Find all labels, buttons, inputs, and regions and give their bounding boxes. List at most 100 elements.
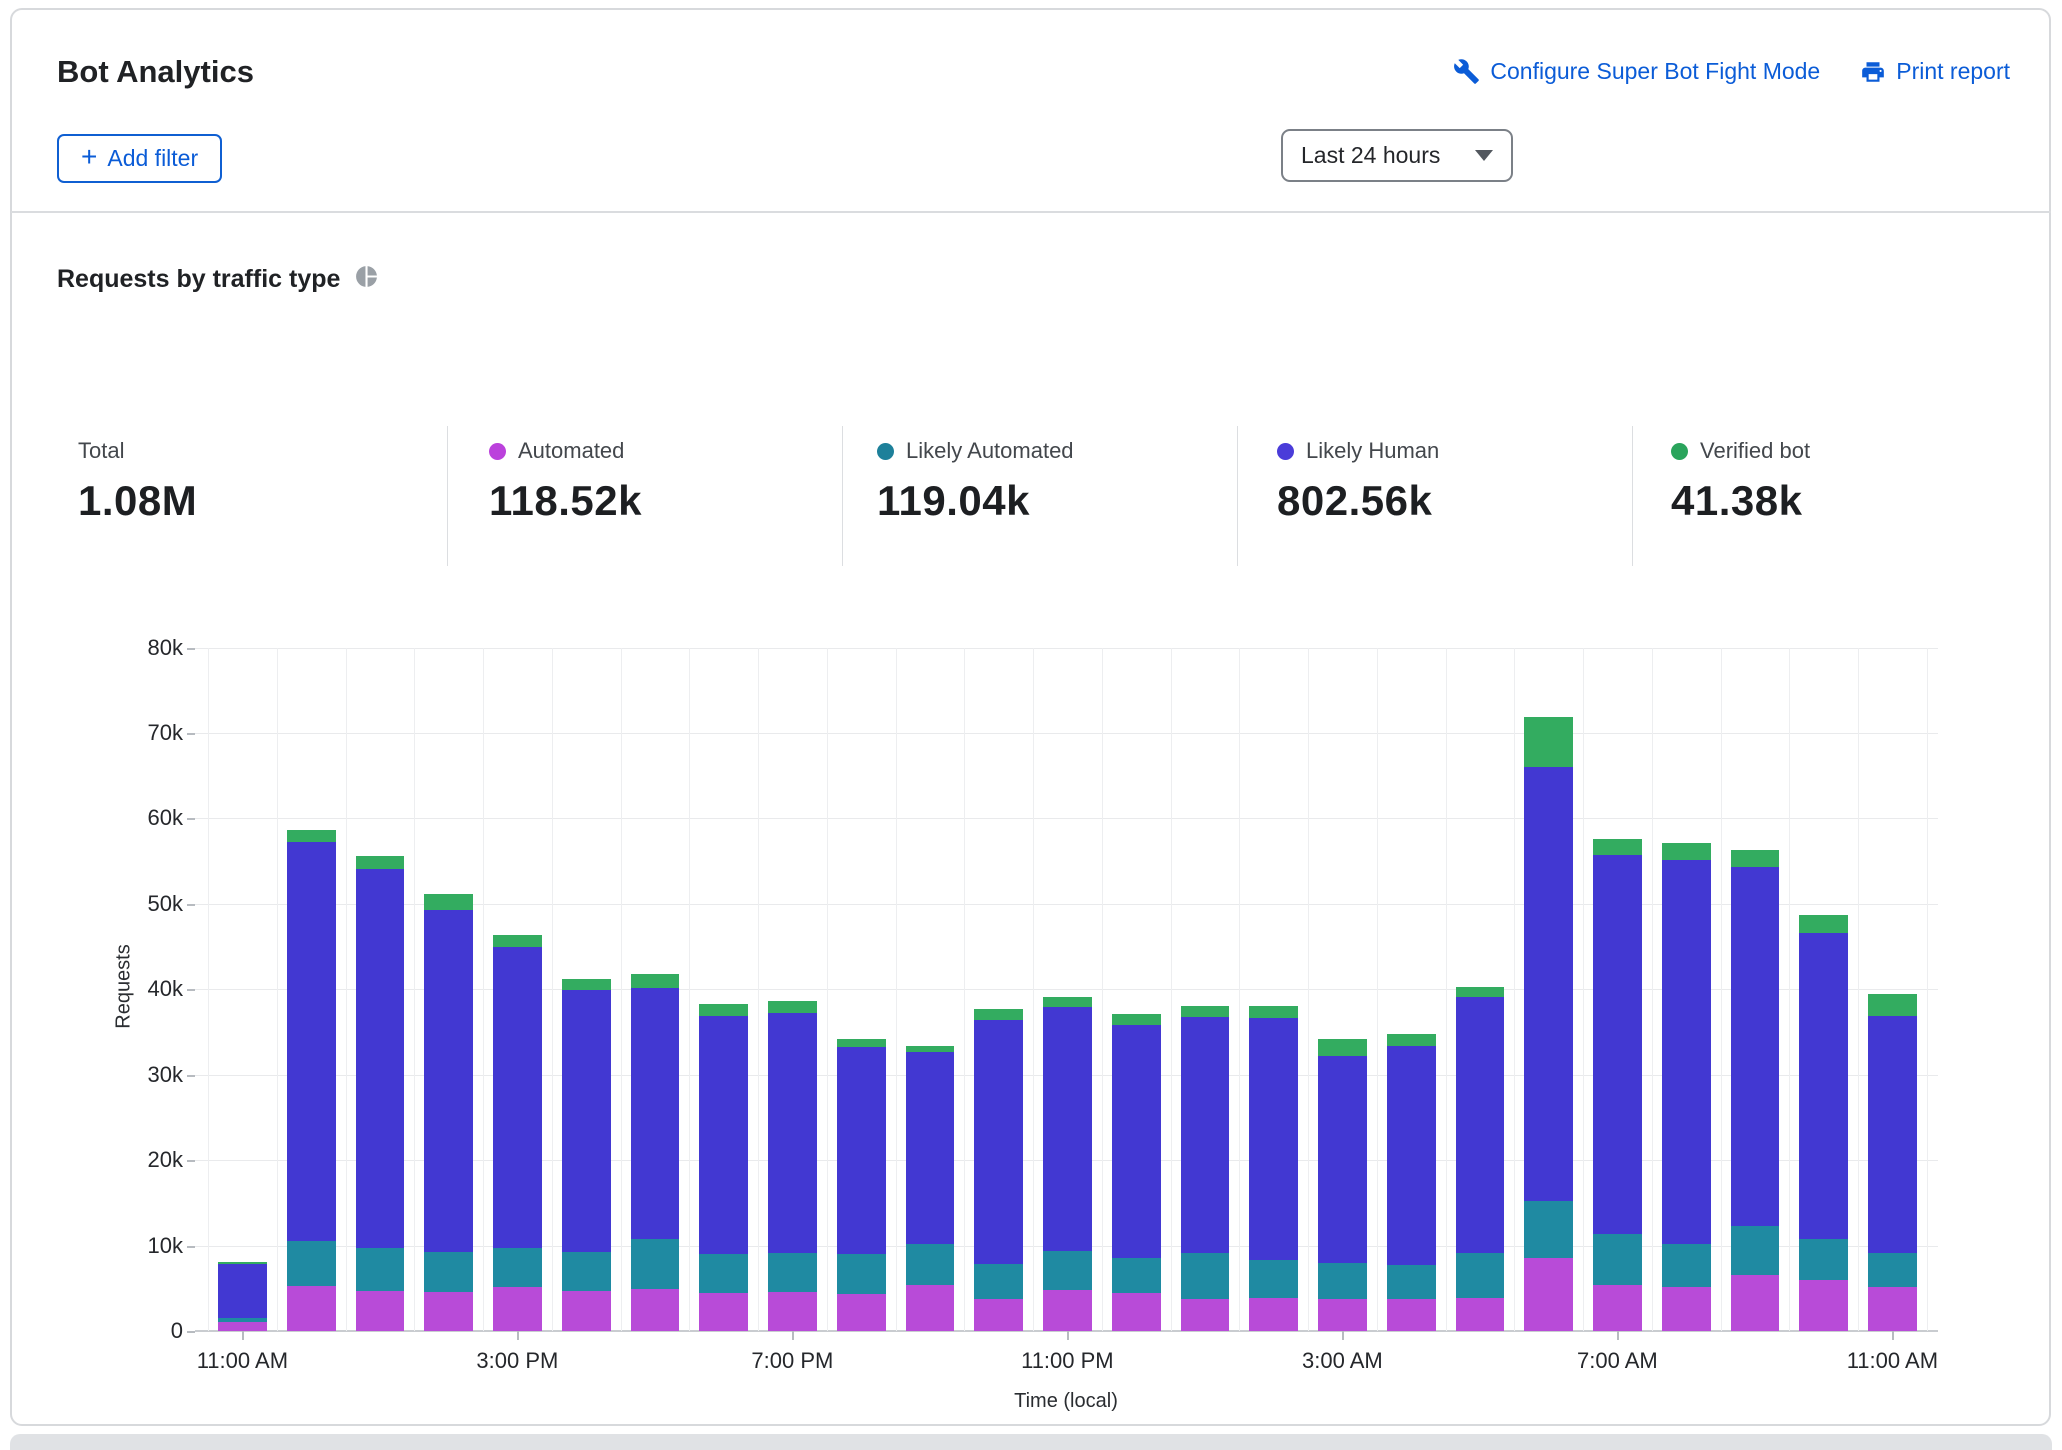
bar-segment-likely-human[interactable] — [1524, 767, 1573, 1201]
bar-segment-likely-automated[interactable] — [1456, 1253, 1505, 1297]
bar-segment-automated[interactable] — [1043, 1290, 1092, 1331]
bar-segment-likely-automated[interactable] — [424, 1252, 473, 1291]
bar-segment-automated[interactable] — [424, 1292, 473, 1331]
bar-segment-verified-bot[interactable] — [493, 935, 542, 947]
bar-segment-automated[interactable] — [287, 1286, 336, 1331]
bar-segment-verified-bot[interactable] — [1799, 915, 1848, 933]
bar-segment-automated[interactable] — [493, 1287, 542, 1331]
bar-segment-automated[interactable] — [1249, 1298, 1298, 1331]
bar-segment-likely-automated[interactable] — [1524, 1201, 1573, 1258]
bar-segment-likely-automated[interactable] — [1043, 1251, 1092, 1290]
time-range-select[interactable]: Last 24 hours — [1281, 129, 1513, 182]
bar-segment-automated[interactable] — [699, 1293, 748, 1331]
bar-segment-automated[interactable] — [218, 1322, 267, 1331]
bar-segment-likely-human[interactable] — [1593, 855, 1642, 1234]
add-filter-button[interactable]: + Add filter — [57, 134, 222, 183]
bar-segment-automated[interactable] — [906, 1285, 955, 1331]
bar-segment-verified-bot[interactable] — [1387, 1034, 1436, 1046]
configure-super-bot-fight-mode-link[interactable]: Configure Super Bot Fight Mode — [1453, 58, 1820, 85]
bar-segment-verified-bot[interactable] — [768, 1001, 817, 1013]
bar-segment-likely-human[interactable] — [631, 988, 680, 1238]
stat-likely-automated[interactable]: Likely Automated119.04k — [877, 437, 1237, 525]
bar-segment-verified-bot[interactable] — [631, 974, 680, 989]
bar-segment-likely-automated[interactable] — [699, 1254, 748, 1293]
bar-segment-automated[interactable] — [631, 1289, 680, 1331]
bar-segment-verified-bot[interactable] — [837, 1039, 886, 1048]
bar-segment-verified-bot[interactable] — [1731, 850, 1780, 867]
bar-segment-automated[interactable] — [768, 1292, 817, 1331]
bar-segment-likely-human[interactable] — [424, 910, 473, 1253]
bar-segment-automated[interactable] — [1456, 1298, 1505, 1331]
bar-segment-automated[interactable] — [562, 1291, 611, 1331]
bar-segment-verified-bot[interactable] — [974, 1009, 1023, 1020]
bar-segment-likely-human[interactable] — [1249, 1018, 1298, 1260]
bar-segment-likely-human[interactable] — [1456, 997, 1505, 1253]
bar-segment-automated[interactable] — [1524, 1258, 1573, 1331]
stat-likely-human[interactable]: Likely Human802.56k — [1277, 437, 1637, 525]
bar-segment-automated[interactable] — [1593, 1285, 1642, 1331]
bar-segment-likely-automated[interactable] — [1181, 1253, 1230, 1298]
bar-segment-likely-automated[interactable] — [1387, 1265, 1436, 1298]
bar-segment-likely-automated[interactable] — [1318, 1263, 1367, 1299]
bar-segment-automated[interactable] — [837, 1294, 886, 1331]
bar-segment-verified-bot[interactable] — [356, 856, 405, 869]
bar-segment-likely-human[interactable] — [1387, 1046, 1436, 1266]
stat-automated[interactable]: Automated118.52k — [489, 437, 849, 525]
bar-segment-verified-bot[interactable] — [1868, 994, 1917, 1015]
bar-segment-likely-automated[interactable] — [1799, 1239, 1848, 1280]
bar-segment-verified-bot[interactable] — [1524, 717, 1573, 767]
bar-segment-likely-automated[interactable] — [356, 1248, 405, 1291]
bar-segment-verified-bot[interactable] — [1181, 1006, 1230, 1017]
bar-segment-verified-bot[interactable] — [1249, 1006, 1298, 1018]
bar-segment-likely-automated[interactable] — [768, 1253, 817, 1291]
bar-segment-likely-human[interactable] — [974, 1020, 1023, 1264]
bar-segment-verified-bot[interactable] — [424, 894, 473, 909]
bar-segment-likely-automated[interactable] — [1868, 1253, 1917, 1286]
bar-segment-verified-bot[interactable] — [1318, 1039, 1367, 1056]
bar-segment-likely-human[interactable] — [1043, 1007, 1092, 1250]
bar-segment-likely-automated[interactable] — [1662, 1244, 1711, 1288]
bar-segment-automated[interactable] — [1868, 1287, 1917, 1331]
bar-segment-likely-human[interactable] — [906, 1052, 955, 1243]
bar-segment-likely-automated[interactable] — [562, 1252, 611, 1290]
bar-segment-likely-automated[interactable] — [1112, 1258, 1161, 1293]
bar-segment-likely-human[interactable] — [493, 947, 542, 1248]
bar-segment-likely-human[interactable] — [699, 1016, 748, 1254]
bar-segment-automated[interactable] — [1387, 1299, 1436, 1331]
bar-segment-likely-automated[interactable] — [906, 1244, 955, 1285]
bar-segment-verified-bot[interactable] — [562, 979, 611, 990]
bar-segment-likely-human[interactable] — [562, 990, 611, 1252]
bar-segment-automated[interactable] — [1181, 1299, 1230, 1331]
bar-segment-automated[interactable] — [1731, 1275, 1780, 1331]
bar-segment-verified-bot[interactable] — [1593, 839, 1642, 855]
bar-segment-likely-human[interactable] — [1181, 1017, 1230, 1253]
bar-segment-likely-human[interactable] — [356, 869, 405, 1248]
bar-segment-automated[interactable] — [1799, 1280, 1848, 1331]
bar-segment-likely-human[interactable] — [768, 1013, 817, 1253]
bar-segment-verified-bot[interactable] — [699, 1004, 748, 1016]
bar-segment-likely-automated[interactable] — [493, 1248, 542, 1287]
bar-segment-verified-bot[interactable] — [218, 1262, 267, 1265]
stat-verified-bot[interactable]: Verified bot41.38k — [1671, 437, 2031, 525]
bar-segment-verified-bot[interactable] — [1456, 987, 1505, 997]
bar-segment-likely-automated[interactable] — [837, 1254, 886, 1294]
bar-segment-verified-bot[interactable] — [1112, 1014, 1161, 1025]
bar-segment-likely-automated[interactable] — [631, 1239, 680, 1289]
bar-segment-likely-human[interactable] — [1662, 860, 1711, 1244]
bar-segment-automated[interactable] — [1112, 1293, 1161, 1331]
bar-segment-likely-human[interactable] — [1318, 1056, 1367, 1263]
bar-segment-verified-bot[interactable] — [1043, 997, 1092, 1007]
bar-segment-likely-automated[interactable] — [1249, 1260, 1298, 1298]
bar-segment-likely-human[interactable] — [837, 1047, 886, 1254]
bar-segment-automated[interactable] — [1662, 1287, 1711, 1331]
bar-segment-likely-human[interactable] — [1868, 1016, 1917, 1253]
bar-segment-automated[interactable] — [974, 1299, 1023, 1331]
bar-segment-likely-human[interactable] — [1731, 867, 1780, 1226]
bar-segment-likely-automated[interactable] — [1731, 1226, 1780, 1276]
bar-segment-likely-automated[interactable] — [974, 1264, 1023, 1299]
bar-segment-verified-bot[interactable] — [287, 830, 336, 842]
bar-segment-likely-human[interactable] — [218, 1264, 267, 1318]
bar-segment-likely-human[interactable] — [287, 842, 336, 1241]
bar-segment-automated[interactable] — [356, 1291, 405, 1331]
print-report-link[interactable]: Print report — [1860, 58, 2010, 85]
